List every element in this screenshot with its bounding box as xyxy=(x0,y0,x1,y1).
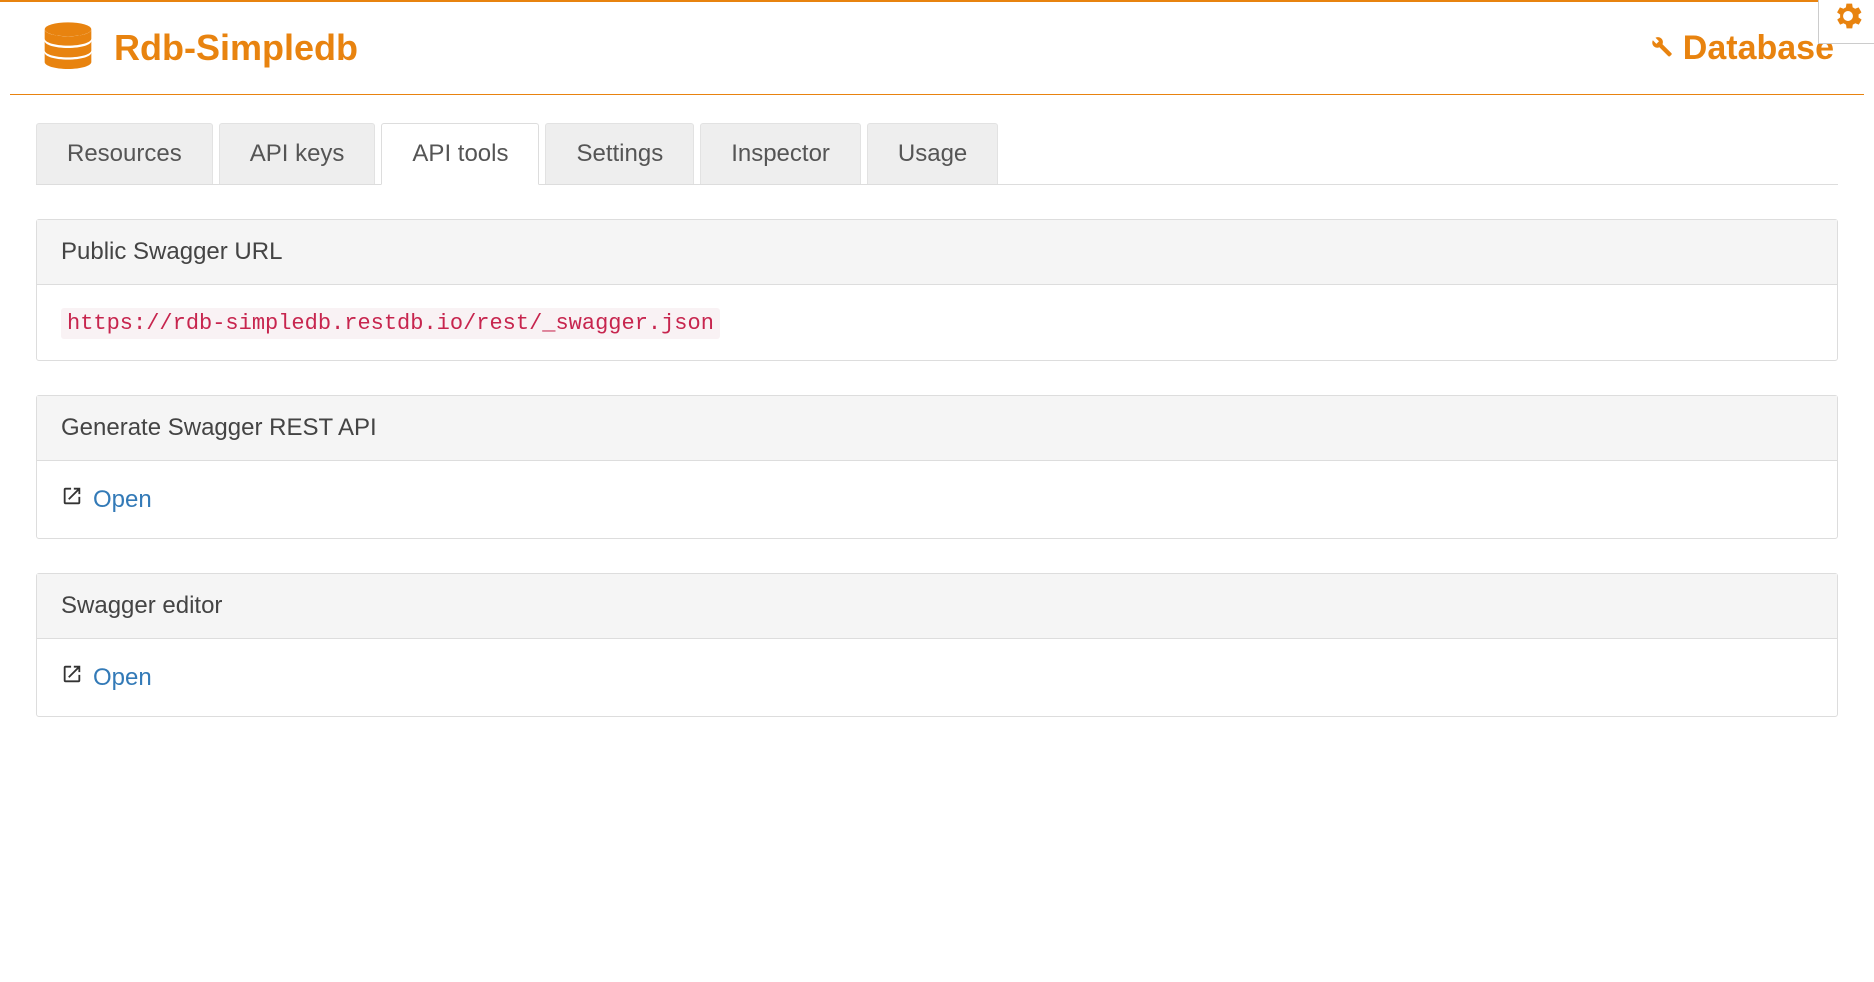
wrench-icon xyxy=(1643,29,1673,68)
tab-settings[interactable]: Settings xyxy=(545,123,694,184)
page-header: Rdb-Simpledb Database xyxy=(0,2,1874,94)
panel-title-swagger-url: Public Swagger URL xyxy=(37,220,1837,285)
tab-api-tools[interactable]: API tools xyxy=(381,123,539,185)
tab-bar: Resources API keys API tools Settings In… xyxy=(36,123,1838,185)
database-link-label: Database xyxy=(1683,29,1834,68)
tab-inspector[interactable]: Inspector xyxy=(700,123,861,184)
panel-title-generate-api: Generate Swagger REST API xyxy=(37,396,1837,461)
generate-api-open-link[interactable]: Open xyxy=(61,485,152,514)
database-icon xyxy=(40,20,96,76)
settings-gear-button[interactable] xyxy=(1818,0,1874,44)
tab-usage[interactable]: Usage xyxy=(867,123,998,184)
main-content: Resources API keys API tools Settings In… xyxy=(0,95,1874,745)
generate-api-open-label: Open xyxy=(93,486,152,514)
panel-swagger-editor: Swagger editor Open xyxy=(36,573,1838,717)
tab-resources[interactable]: Resources xyxy=(36,123,213,184)
page-title: Rdb-Simpledb xyxy=(114,27,358,69)
swagger-editor-open-link[interactable]: Open xyxy=(61,663,152,692)
tab-api-keys[interactable]: API keys xyxy=(219,123,376,184)
gear-icon xyxy=(1831,0,1865,39)
external-link-icon xyxy=(61,663,83,692)
database-link[interactable]: Database xyxy=(1643,29,1834,68)
panel-generate-swagger-api: Generate Swagger REST API Open xyxy=(36,395,1838,539)
panel-title-swagger-editor: Swagger editor xyxy=(37,574,1837,639)
swagger-editor-open-label: Open xyxy=(93,664,152,692)
external-link-icon xyxy=(61,485,83,514)
panel-public-swagger-url: Public Swagger URL https://rdb-simpledb.… xyxy=(36,219,1838,361)
swagger-url-code[interactable]: https://rdb-simpledb.restdb.io/rest/_swa… xyxy=(61,308,720,339)
